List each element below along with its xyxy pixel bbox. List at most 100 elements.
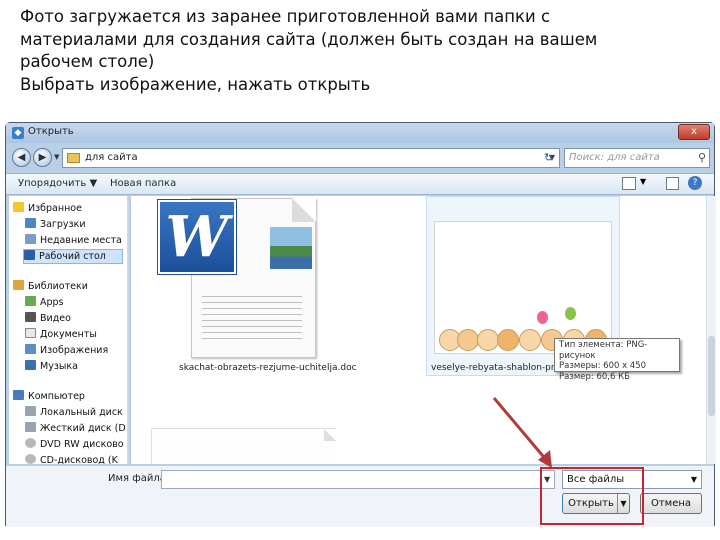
disc-icon [25,454,36,464]
star-icon [13,202,24,212]
slide-instructions: Фото загружается из заранее приготовленн… [20,6,710,96]
help-icon[interactable]: ? [688,176,702,190]
navigation-scrollbar[interactable] [127,196,128,464]
filename-input[interactable] [161,470,555,489]
sidebar-item-documents[interactable]: Документы [25,328,97,343]
sidebar-item-label: Документы [40,329,97,340]
search-icon[interactable]: ⚲ [698,151,706,164]
refresh-icon[interactable]: ↻ [544,151,553,164]
app-icon: ◆ [12,127,24,139]
sidebar-item-music[interactable]: Музыка [25,360,78,375]
instruction-line-2: материалами для создания сайта (должен б… [20,29,598,49]
file-list-scrollbar[interactable] [706,196,716,464]
open-file-dialog: ◆ Открыть x ◀ ▶ ▼ для сайта ▼ ↻ Поиск: д… [5,122,716,527]
forward-arrow-icon[interactable]: ▶ [33,148,52,167]
address-row: ◀ ▶ ▼ для сайта ▼ ↻ Поиск: для сайта ⚲ [6,145,714,171]
dialog-title: Открыть [28,126,74,137]
navigation-pane: Избранное Загрузки Недавние места Рабочи… [9,196,129,464]
view-options-icon[interactable] [622,177,636,190]
file-name: skachat-obrazets-rezjume-uchitelja.doc [179,363,357,373]
file-list: W skachat-obrazets-rezjume-uchitelja.doc [131,196,708,464]
file-tooltip: Тип элемента: PNG-рисунок Размеры: 600 x… [554,338,680,382]
kid-face [519,329,541,351]
balloon-icon [537,311,548,324]
cancel-button[interactable]: Отмена [640,493,702,514]
drive-icon [25,406,36,416]
sidebar-item-label: Видео [40,313,71,324]
image-thumbnail [434,221,612,354]
back-arrow-icon[interactable]: ◀ [12,148,31,167]
highlight-box [540,467,644,525]
sidebar-item-label: Библиотеки [28,281,88,292]
sidebar-item-label: Apps [40,297,64,308]
sidebar-item-label: DVD RW дисково [40,439,124,450]
tooltip-type: Тип элемента: PNG-рисунок [559,340,648,361]
page-fold [324,429,336,441]
kid-face [497,329,519,351]
instruction-line-3: рабочем столе) [20,52,155,71]
kid-face [457,329,479,351]
sidebar-item-images[interactable]: Изображения [25,344,108,359]
sidebar-item-video[interactable]: Видео [25,312,71,327]
desktop-icon [24,250,35,260]
search-input[interactable]: Поиск: для сайта ⚲ [564,148,710,168]
balloon-icon [565,307,576,320]
recent-pages-dropdown-icon[interactable]: ▼ [54,153,59,161]
sidebar-item-label: CD-дисковод (K [40,455,118,464]
recent-places-icon [25,234,36,244]
sidebar-item-label: Недавние места [40,235,122,246]
new-folder-button[interactable]: Новая папка [110,178,176,189]
computer-icon [13,390,24,400]
word-icon: W [158,200,236,274]
images-icon [25,344,36,354]
document-thumbnail [270,227,312,269]
sidebar-item-downloads[interactable]: Загрузки [25,218,86,233]
video-icon [25,312,36,322]
file-item-partial[interactable] [151,428,336,464]
sidebar-item-local-disk[interactable]: Локальный диск [25,406,123,421]
tooltip-dimensions: Размеры: 600 x 450 [559,361,647,371]
document-lines [202,291,302,341]
folder-icon [67,153,80,163]
sidebar-item-libraries[interactable]: Библиотеки [13,280,88,295]
sidebar-item-label: Музыка [40,361,78,372]
music-icon [25,360,36,370]
dialog-titlebar[interactable]: ◆ Открыть x [6,123,714,143]
command-toolbar: Упорядочить ▼ Новая папка ▼ ? [6,173,714,195]
sidebar-item-recent[interactable]: Недавние места [25,234,122,249]
sidebar-item-favorites[interactable]: Избранное [13,202,82,217]
kid-face [477,329,499,351]
address-path: для сайта [85,152,138,163]
documents-icon [25,328,36,338]
sidebar-item-dvd[interactable]: DVD RW дисково [25,438,124,453]
scrollbar-thumb[interactable] [708,336,715,416]
disc-icon [25,438,36,448]
sidebar-item-apps[interactable]: Apps [25,296,64,311]
libraries-icon [13,280,24,290]
close-button[interactable]: x [678,124,710,140]
chevron-down-icon[interactable]: ▼ [691,475,697,484]
instruction-line-4: Выбрать изображение, нажать открыть [20,74,371,94]
downloads-icon [25,218,36,228]
drive-icon [25,422,36,432]
sidebar-item-cd[interactable]: CD-дисковод (K [25,454,118,464]
sidebar-item-label: Загрузки [40,219,86,230]
sidebar-item-label: Изображения [40,345,109,356]
sidebar-item-label: Рабочий стол [39,251,106,262]
view-dropdown-icon[interactable]: ▼ [640,177,646,186]
preview-pane-icon[interactable] [666,177,679,190]
sidebar-item-label: Локальный диск [40,407,123,418]
organize-button[interactable]: Упорядочить ▼ [18,178,97,189]
file-item-doc[interactable]: W skachat-obrazets-rezjume-uchitelja.doc [151,196,357,373]
tooltip-filesize: Размер: 60,6 КБ [559,371,630,382]
page-fold [292,198,316,222]
sidebar-item-label: Жесткий диск (D [40,423,126,434]
search-placeholder: Поиск: для сайта [569,152,660,163]
sidebar-item-label: Компьютер [28,391,85,402]
sidebar-item-hard-disk[interactable]: Жесткий диск (D [25,422,126,437]
address-bar[interactable]: для сайта ▼ [62,148,560,168]
instruction-line-1: Фото загружается из заранее приготовленн… [20,7,551,26]
sidebar-item-desktop[interactable]: Рабочий стол [23,249,123,264]
pointer-arrow [492,397,552,468]
sidebar-item-computer[interactable]: Компьютер [13,390,85,405]
